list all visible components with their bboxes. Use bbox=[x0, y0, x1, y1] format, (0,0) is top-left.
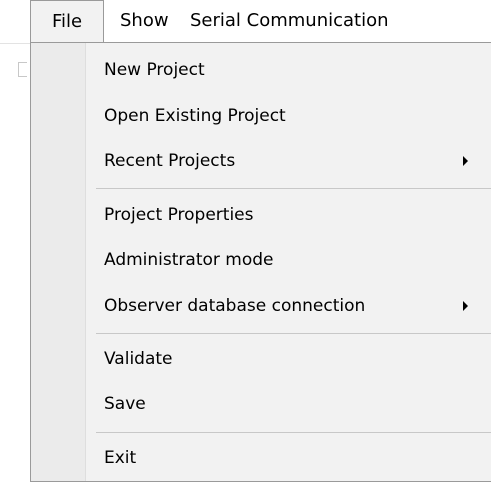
submenu-arrow-icon bbox=[463, 301, 468, 311]
submenu-arrow-icon bbox=[463, 156, 468, 166]
menu-item-observer-database-connection[interactable]: Observer database connection bbox=[104, 289, 484, 323]
menu-separator bbox=[96, 432, 491, 433]
file-menu-dropdown: New Project Open Existing Project Recent… bbox=[30, 42, 491, 482]
menu-icon-gutter bbox=[31, 43, 86, 481]
menu-item-observer-database-connection-label: Observer database connection bbox=[104, 296, 366, 316]
menu-item-recent-projects-label: Recent Projects bbox=[104, 151, 236, 171]
menu-item-project-properties[interactable]: Project Properties bbox=[104, 198, 253, 232]
menu-item-validate[interactable]: Validate bbox=[104, 342, 173, 376]
menu-separator bbox=[96, 333, 491, 334]
menu-item-open-existing-project[interactable]: Open Existing Project bbox=[104, 99, 286, 133]
menu-item-exit[interactable]: Exit bbox=[104, 441, 136, 475]
menu-separator bbox=[96, 188, 491, 189]
menu-file[interactable]: File bbox=[30, 0, 104, 43]
menu-serial-communication[interactable]: Serial Communication bbox=[190, 0, 389, 43]
menu-item-administrator-mode[interactable]: Administrator mode bbox=[104, 243, 274, 277]
menu-item-recent-projects[interactable]: Recent Projects bbox=[104, 144, 484, 178]
menu-bar: File Show Serial Communication bbox=[0, 0, 491, 44]
background-window-fragment bbox=[18, 62, 27, 77]
menu-item-save[interactable]: Save bbox=[104, 387, 146, 421]
menu-item-new-project[interactable]: New Project bbox=[104, 53, 205, 87]
menu-show[interactable]: Show bbox=[120, 0, 169, 43]
